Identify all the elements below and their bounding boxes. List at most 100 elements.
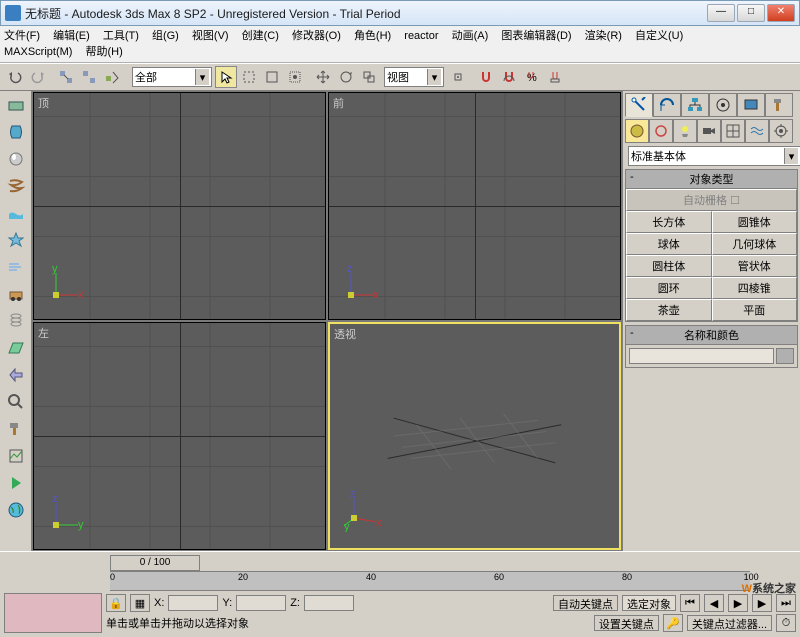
y-field[interactable] [236,595,286,611]
rope-icon[interactable] [4,174,28,198]
ref-coord-dropdown[interactable]: 视图▾ [384,67,444,87]
select-crossing[interactable] [284,66,306,88]
softbody-icon[interactable] [4,147,28,171]
prim-geosphere[interactable]: 几何球体 [712,233,798,255]
menu-customize[interactable]: 自定义(U) [635,28,683,44]
play-icon[interactable] [4,471,28,495]
snap-toggle[interactable] [475,66,497,88]
primitive-category-dropdown[interactable]: 标准基本体▾ [628,146,800,166]
hammer-icon[interactable] [4,417,28,441]
autogrid-checkbox[interactable]: 自动栅格 ☐ [626,189,797,211]
link-button[interactable] [55,66,77,88]
tab-utilities[interactable] [765,93,793,117]
tab-modify[interactable] [653,93,681,117]
abs-rel-button[interactable]: ▦ [130,594,150,612]
tab-display[interactable] [737,93,765,117]
setkey-button[interactable]: 设置关键点 [594,615,659,631]
selobj-dropdown[interactable]: 选定对象 [622,595,676,611]
prim-tube[interactable]: 管状体 [712,255,798,277]
x-field[interactable] [168,595,218,611]
world-icon[interactable] [4,498,28,522]
prim-torus[interactable]: 圆环 [626,277,712,299]
move-button[interactable] [312,66,334,88]
menu-tools[interactable]: 工具(T) [103,28,139,44]
analyze-icon[interactable] [4,444,28,468]
wind-icon[interactable] [4,255,28,279]
menu-create[interactable]: 创建(C) [242,28,279,44]
prev-frame[interactable]: ◀ [704,594,724,612]
subtab-lights[interactable] [673,119,697,143]
select-button[interactable] [215,66,237,88]
subtab-shapes[interactable] [649,119,673,143]
viewport-perspective[interactable]: 透视 zxy [328,322,621,550]
magnify-icon[interactable] [4,390,28,414]
angle-snap[interactable] [498,66,520,88]
maximize-button[interactable]: □ [737,4,765,22]
play-button[interactable]: ▶ [728,594,748,612]
next-frame[interactable]: ▶ [752,594,772,612]
viewport-front[interactable]: 前 zx [328,92,621,320]
menu-edit[interactable]: 编辑(E) [53,28,90,44]
menu-character[interactable]: 角色(H) [354,28,391,44]
prim-box[interactable]: 长方体 [626,211,712,233]
menu-graph[interactable]: 图表编辑器(D) [501,28,571,44]
cloth-icon[interactable] [4,120,28,144]
object-type-rollout[interactable]: -对象类型 [625,169,798,189]
subtab-geometry[interactable] [625,119,649,143]
rotate-button[interactable] [335,66,357,88]
plane-icon[interactable] [4,336,28,360]
undo-button[interactable] [4,66,26,88]
time-config[interactable]: ⏱ [776,614,796,632]
goto-start[interactable]: ⏮ [680,594,700,612]
subtab-cameras[interactable] [697,119,721,143]
subtab-spacewarps[interactable] [745,119,769,143]
mini-listener[interactable] [4,593,102,633]
tab-create[interactable] [625,93,653,117]
redo-button[interactable] [27,66,49,88]
tab-hierarchy[interactable] [681,93,709,117]
menu-render[interactable]: 渲染(R) [585,28,622,44]
key-icon[interactable]: 🔑 [663,614,683,632]
lock-button[interactable]: 🔒 [106,594,126,612]
prim-plane[interactable]: 平面 [712,299,798,321]
menu-animation[interactable]: 动画(A) [452,28,489,44]
subtab-helpers[interactable] [721,119,745,143]
minimize-button[interactable]: — [707,4,735,22]
menu-group[interactable]: 组(G) [152,28,179,44]
selection-filter-dropdown[interactable]: 全部▾ [132,67,212,87]
viewport-top[interactable]: 顶 yx [33,92,326,320]
star-icon[interactable] [4,228,28,252]
water-icon[interactable] [4,201,28,225]
scale-button[interactable] [358,66,380,88]
goto-end[interactable]: ⏭ [776,594,796,612]
object-name-input[interactable] [629,348,774,364]
close-button[interactable]: ✕ [767,4,795,22]
time-slider[interactable]: 0 / 100 [110,555,760,569]
toy-icon[interactable] [4,282,28,306]
pivot-button[interactable] [447,66,469,88]
subtab-systems[interactable] [769,119,793,143]
keyfilter-button[interactable]: 关键点过滤器... [687,615,772,631]
z-field[interactable] [304,595,354,611]
prim-sphere[interactable]: 球体 [626,233,712,255]
spinner-snap[interactable] [544,66,566,88]
select-region-rect[interactable] [238,66,260,88]
prim-cone[interactable]: 圆锥体 [712,211,798,233]
motor-icon[interactable] [4,363,28,387]
time-ruler[interactable]: 0 20 40 60 80 100 [110,571,750,591]
menu-help[interactable]: 帮助(H) [86,44,123,60]
percent-snap[interactable]: % [521,66,543,88]
select-window[interactable] [261,66,283,88]
prim-cylinder[interactable]: 圆柱体 [626,255,712,277]
menu-reactor[interactable]: reactor [404,28,438,44]
menu-maxscript[interactable]: MAXScript(M) [4,44,72,60]
menu-view[interactable]: 视图(V) [192,28,229,44]
menu-modifier[interactable]: 修改器(O) [292,28,341,44]
name-color-rollout[interactable]: -名称和颜色 [625,325,798,345]
prim-pyramid[interactable]: 四棱锥 [712,277,798,299]
rigid-body-icon[interactable] [4,93,28,117]
prim-teapot[interactable]: 茶壶 [626,299,712,321]
spring-icon[interactable] [4,309,28,333]
viewport-left[interactable]: 左 zy [33,322,326,550]
unlink-button[interactable] [78,66,100,88]
